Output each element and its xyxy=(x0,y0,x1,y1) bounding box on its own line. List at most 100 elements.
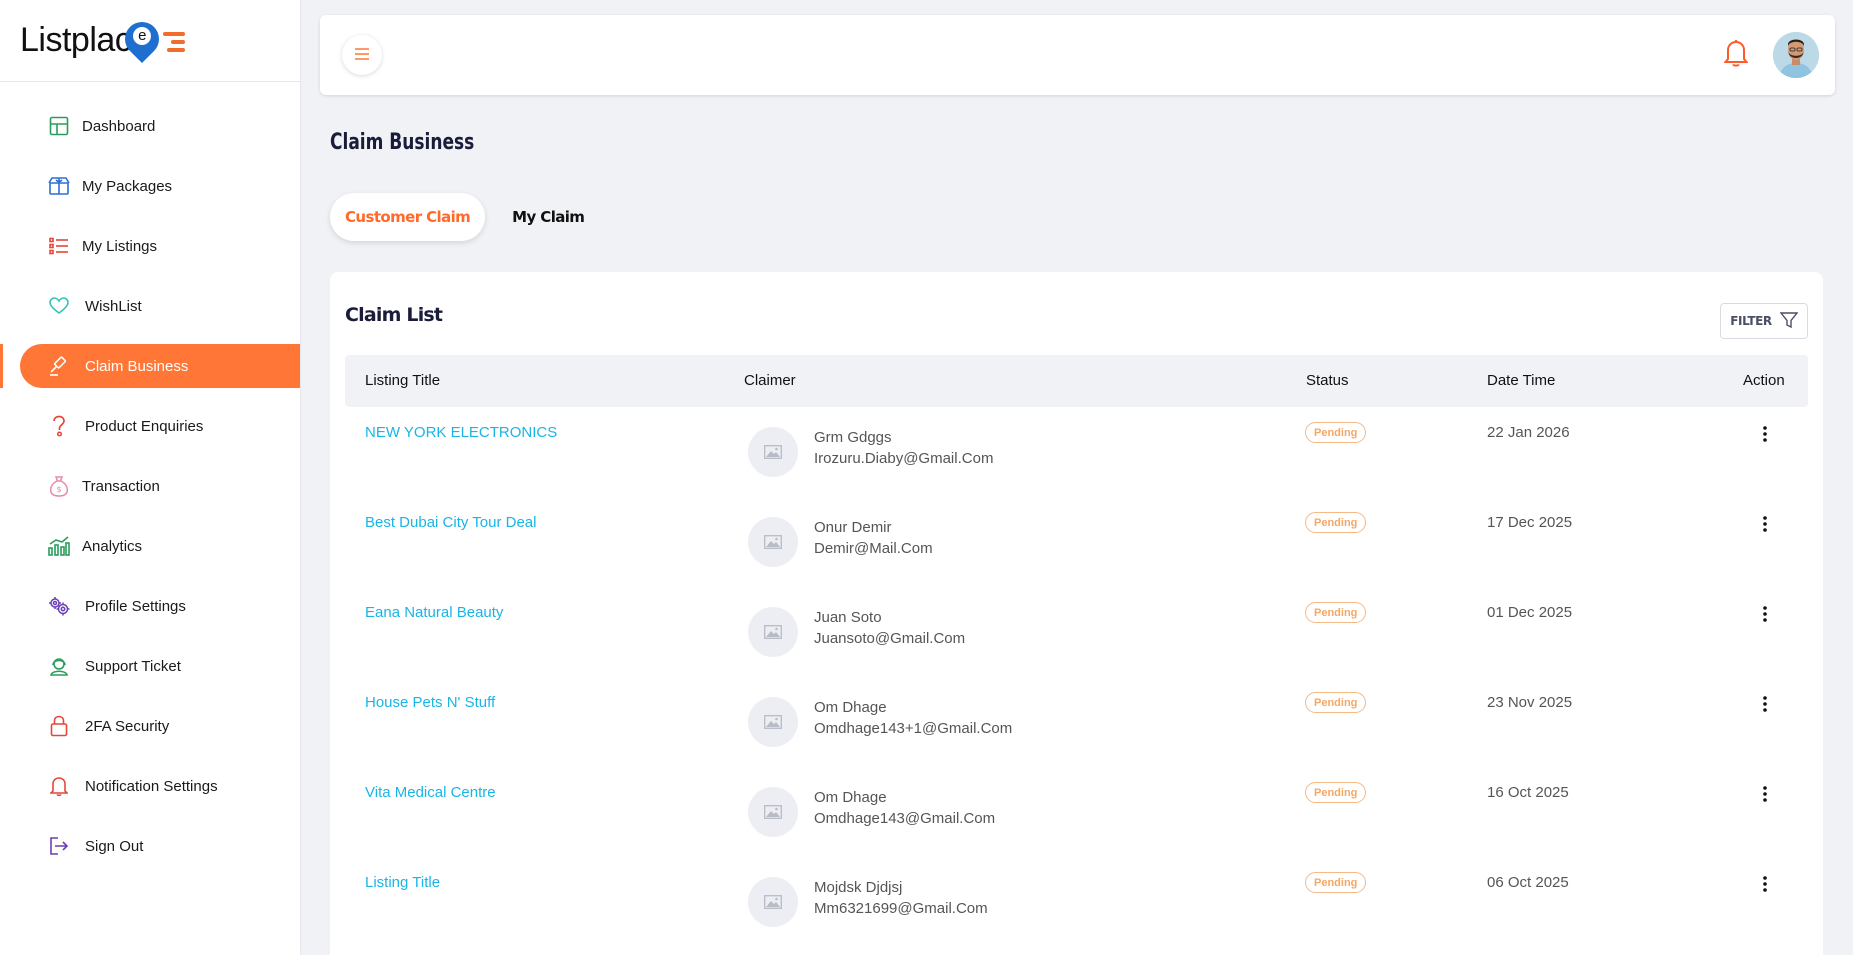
kebab-menu-icon xyxy=(1763,425,1767,447)
column-header-status: Status xyxy=(1306,372,1349,389)
claimer-name: Onur Demir xyxy=(814,519,892,536)
claim-tabs: Customer Claim My Claim xyxy=(330,193,599,241)
claim-date: 01 Dec 2025 xyxy=(1487,604,1573,621)
claim-list-card: Claim List FILTER Listing Title Claimer … xyxy=(330,272,1823,955)
money-bag-icon: $ xyxy=(48,475,70,497)
sidebar-item-claim-business[interactable]: Claim Business xyxy=(0,344,300,388)
sidebar-item-label: Profile Settings xyxy=(85,597,186,615)
table-row: Listing Title Mojdsk Djdjsj Mm6321699@Gm… xyxy=(345,857,1808,947)
funnel-icon xyxy=(1779,311,1799,332)
notification-bell-button[interactable] xyxy=(1723,39,1749,71)
kebab-menu-icon xyxy=(1763,875,1767,897)
status-badge: Pending xyxy=(1305,782,1367,803)
listing-title-link[interactable]: Best Dubai City Tour Deal xyxy=(365,514,536,531)
claimer-name: Om Dhage xyxy=(814,789,887,806)
support-icon xyxy=(48,655,70,677)
column-header-date-time: Date Time xyxy=(1487,372,1556,389)
claimer-image-placeholder-icon xyxy=(748,607,798,657)
claimer-email: Demir@Mail.Com xyxy=(814,540,933,557)
table-row: Best Dubai City Tour Deal Onur Demir Dem… xyxy=(345,497,1808,587)
status-badge: Pending xyxy=(1305,422,1367,443)
sidebar-item-label: Product Enquiries xyxy=(85,417,204,435)
column-header-action: Action xyxy=(1743,372,1785,389)
sidebar-item-my-packages[interactable]: My Packages xyxy=(0,164,300,208)
avatar[interactable] xyxy=(1773,32,1819,78)
table-header: Listing Title Claimer Status Date Time A… xyxy=(345,355,1808,407)
gavel-icon xyxy=(48,355,70,377)
sidebar-item-sign-out[interactable]: Sign Out xyxy=(0,824,300,868)
list-icon xyxy=(48,235,70,257)
claimer-email: Omdhage143@Gmail.Com xyxy=(814,810,996,827)
grid-icon xyxy=(48,115,70,137)
claimer-image-placeholder-icon xyxy=(748,427,798,477)
kebab-menu-icon xyxy=(1763,785,1767,807)
table-row: House Pets N' Stuff Om Dhage Omdhage143+… xyxy=(345,677,1808,767)
sidebar-item-my-listings[interactable]: My Listings xyxy=(0,224,300,268)
sidebar-nav: Dashboard My Packages My Listings WishLi… xyxy=(0,82,300,868)
table-row: Eana Natural Beauty Juan Soto Juansoto@G… xyxy=(345,587,1808,677)
claimer-image-placeholder-icon xyxy=(748,877,798,927)
sidebar-item-label: My Packages xyxy=(82,177,173,195)
more-actions-button[interactable] xyxy=(1755,605,1775,627)
sidebar-item-analytics[interactable]: Analytics xyxy=(0,524,300,568)
more-actions-button[interactable] xyxy=(1755,425,1775,447)
sidebar-item-2fa-security[interactable]: 2FA Security xyxy=(0,704,300,748)
column-header-listing-title: Listing Title xyxy=(365,372,441,389)
claimer-name: Mojdsk Djdjsj xyxy=(814,879,903,896)
listing-title-link[interactable]: Eana Natural Beauty xyxy=(365,604,503,621)
sidebar-item-label: My Listings xyxy=(82,237,158,255)
claimer-email: Omdhage143+1@Gmail.Com xyxy=(814,720,1013,737)
more-actions-button[interactable] xyxy=(1755,515,1775,537)
sidebar-item-profile-settings[interactable]: Profile Settings xyxy=(0,584,300,628)
claimer-name: Om Dhage xyxy=(814,699,887,716)
listing-title-link[interactable]: NEW YORK ELECTRONICS xyxy=(365,424,557,441)
status-badge: Pending xyxy=(1305,692,1367,713)
more-actions-button[interactable] xyxy=(1755,785,1775,807)
menu-toggle-button[interactable] xyxy=(342,35,382,75)
sidebar-item-support-ticket[interactable]: Support Ticket xyxy=(0,644,300,688)
sidebar-item-label: Support Ticket xyxy=(85,657,181,675)
sidebar-item-label: WishList xyxy=(85,297,142,315)
sidebar-item-label: Transaction xyxy=(82,477,160,495)
sidebar-item-label: Notification Settings xyxy=(85,777,218,795)
listing-title-link[interactable]: Vita Medical Centre xyxy=(365,784,496,801)
page-title: Claim Business xyxy=(330,130,475,155)
column-header-claimer: Claimer xyxy=(744,372,796,389)
logo[interactable]: Listplac e xyxy=(0,0,300,82)
svg-text:$: $ xyxy=(56,485,61,494)
claim-date: 06 Oct 2025 xyxy=(1487,874,1569,891)
sidebar-item-dashboard[interactable]: Dashboard xyxy=(0,104,300,148)
sidebar-item-label: 2FA Security xyxy=(85,717,170,735)
more-actions-button[interactable] xyxy=(1755,875,1775,897)
hamburger-icon xyxy=(354,46,370,65)
sidebar-item-product-enquiries[interactable]: Product Enquiries xyxy=(0,404,300,448)
kebab-menu-icon xyxy=(1763,605,1767,627)
status-badge: Pending xyxy=(1305,602,1367,623)
heart-icon xyxy=(48,295,70,317)
logo-text: Listplac xyxy=(20,21,132,59)
tab-my-claim[interactable]: My Claim xyxy=(497,193,599,241)
more-actions-button[interactable] xyxy=(1755,695,1775,717)
sidebar-item-label: Dashboard xyxy=(82,117,156,135)
claim-date: 23 Nov 2025 xyxy=(1487,694,1573,711)
status-badge: Pending xyxy=(1305,512,1367,533)
tab-customer-claim[interactable]: Customer Claim xyxy=(330,193,486,241)
claimer-email: Juansoto@Gmail.Com xyxy=(814,630,966,647)
logo-pin-letter: e xyxy=(133,26,152,45)
listing-title-link[interactable]: House Pets N' Stuff xyxy=(365,694,495,711)
sidebar-item-wishlist[interactable]: WishList xyxy=(0,284,300,328)
question-icon xyxy=(48,415,70,437)
listing-title-link[interactable]: Listing Title xyxy=(365,874,440,891)
sidebar: Listplac e Dashboard My Packages My List… xyxy=(0,0,301,955)
table-row: Vita Medical Centre Om Dhage Omdhage143@… xyxy=(345,767,1808,857)
sidebar-item-notification-settings[interactable]: Notification Settings xyxy=(0,764,300,808)
sidebar-item-transaction[interactable]: $ Transaction xyxy=(0,464,300,508)
sidebar-item-label: Claim Business xyxy=(85,357,189,375)
claim-date: 22 Jan 2026 xyxy=(1487,424,1570,441)
claimer-name: Juan Soto xyxy=(814,609,882,626)
claim-date: 17 Dec 2025 xyxy=(1487,514,1573,531)
filter-label: FILTER xyxy=(1730,314,1772,328)
filter-button[interactable]: FILTER xyxy=(1720,303,1808,339)
kebab-menu-icon xyxy=(1763,695,1767,717)
sign-out-icon xyxy=(48,835,70,857)
